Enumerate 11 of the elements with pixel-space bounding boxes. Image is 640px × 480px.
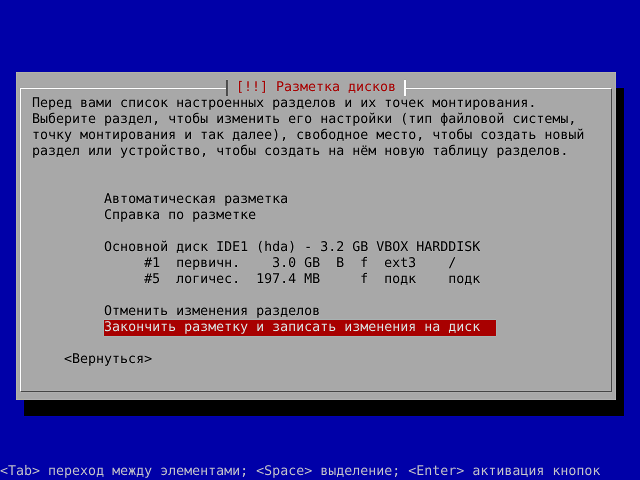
disk-entry[interactable]: Основной диск IDE1 (hda) - 3.2 GB VBOX HARDDISK	[104, 240, 496, 256]
menu-item[interactable]: Справка по разметке	[104, 208, 496, 224]
dialog-description: Перед вами список настроенных разделов и их точек монтирования. Выберите раздел, чтобы изменить его настройки (тип файловой системы, точку монтирования и так далее), свободное место, чтобы создать новый раздел или устройство, чтобы создать на нём новую таблицу разделов.	[32, 96, 586, 160]
menu-item[interactable]: Отменить изменения разделов	[104, 304, 496, 320]
dialog-title: [!!] Разметка дисков	[226, 80, 406, 96]
menu-item[interactable]: Закончить разметку и записать изменения на диск	[104, 320, 496, 336]
status-bar-hint: <Tab> переход между элементами; <Space> выделение; <Enter> активация кнопок	[0, 464, 602, 480]
menu-item[interactable]: Автоматическая разметка	[104, 192, 496, 208]
partition-row[interactable]: #1 первичн. 3.0 GB B f ext3 /	[104, 256, 496, 272]
back-button[interactable]: <Вернуться>	[64, 352, 152, 368]
partition-row[interactable]: #5 логичес. 197.4 MB f подк подк	[104, 272, 496, 288]
